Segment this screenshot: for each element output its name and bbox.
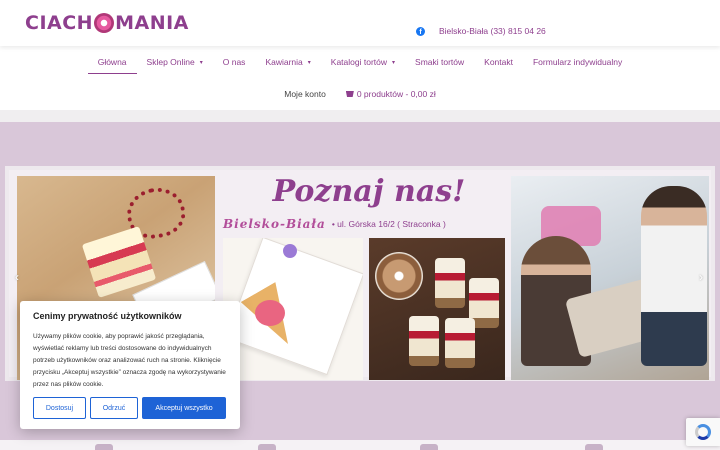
- nav-item-katalogi-tortow[interactable]: Katalogi tortów ▾: [321, 52, 405, 72]
- nav-label: Kawiarnia: [265, 57, 303, 67]
- nav-label: Katalogi tortów: [330, 57, 388, 67]
- nav-label: O nas: [222, 57, 246, 67]
- recaptcha-icon: [695, 424, 711, 440]
- nav-item-kawiarnia[interactable]: Kawiarnia ▾: [255, 52, 320, 72]
- cookie-accept-all-button[interactable]: Akceptuj wszystko: [142, 397, 226, 419]
- secondary-nav: Moje konto 0 produktów - 0,00 zł: [0, 86, 720, 102]
- coffee-cup: [375, 252, 423, 300]
- cookie-text: Używamy plików cookie, aby poprawić jako…: [33, 333, 226, 388]
- ice-cream-photo: [223, 238, 363, 380]
- nav-label: Formularz indywidualny: [532, 57, 623, 67]
- cookie-title: Cenimy prywatność użytkowników: [33, 311, 182, 321]
- nav-label: Sklep Online: [146, 57, 195, 67]
- divider-band: [0, 110, 720, 122]
- hero-title: Poznaj nas!: [272, 174, 466, 209]
- nav-item-glowna[interactable]: Główna: [87, 52, 137, 74]
- hero-address: Bielsko-Biała • ul. Górska 16/2 ( Straco…: [223, 216, 513, 232]
- donut-icon: [94, 13, 115, 33]
- dessert-jar: [435, 258, 465, 308]
- dessert-jar: [409, 316, 439, 366]
- cart-icon: [345, 91, 354, 97]
- main-nav: Główna Sklep Online ▾ O nas Kawiarnia ▾ Ka…: [0, 52, 720, 74]
- logo-text-left: CIACH: [25, 12, 94, 34]
- chevron-down-icon: ▾: [307, 59, 311, 66]
- feature-icon: [420, 444, 438, 450]
- cart-link[interactable]: 0 produktów - 0,00 zł: [345, 89, 436, 99]
- cart-summary: 0 produktów - 0,00 zł: [356, 89, 436, 99]
- ice-cream-scoop: [255, 300, 285, 326]
- cookie-consent-banner: Cenimy prywatność użytkowników Używamy p…: [20, 301, 240, 429]
- coffee-desserts-photo: [369, 238, 505, 380]
- site-logo[interactable]: CIACH MANIA: [25, 10, 189, 36]
- cookie-reject-button[interactable]: Odrzuć: [90, 397, 138, 419]
- cafe-guests-photo: [511, 176, 709, 380]
- hero-street: • ul. Górska 16/2 ( Straconka ): [331, 219, 446, 229]
- cookie-buttons: Dostosuj Odrzuć Akceptuj wszystko: [33, 397, 230, 419]
- nav-item-smaki-tortow[interactable]: Smaki tortów: [405, 52, 474, 72]
- flower-decoration: [283, 244, 297, 258]
- my-account-link[interactable]: Moje konto: [284, 89, 326, 99]
- nav-item-o-nas[interactable]: O nas: [213, 52, 256, 72]
- nav-item-sklep-online[interactable]: Sklep Online ▾: [137, 52, 213, 72]
- feature-icon: [258, 444, 276, 450]
- hero-city: Bielsko-Biała: [223, 217, 326, 231]
- nav-label: Kontakt: [484, 57, 513, 67]
- logo-text-right: MANIA: [115, 12, 189, 34]
- facebook-icon[interactable]: f: [416, 26, 425, 36]
- feature-icon: [585, 444, 603, 450]
- feature-strip: [0, 440, 720, 450]
- header-contact: f Bielsko-Biała (33) 815 04 26: [416, 26, 546, 36]
- guest-man: [641, 186, 707, 366]
- contact-phone[interactable]: Bielsko-Biała (33) 815 04 26: [439, 26, 546, 36]
- site-header: CIACH MANIA f Bielsko-Biała (33) 815 04 …: [0, 0, 720, 46]
- cookie-customize-button[interactable]: Dostosuj: [33, 397, 86, 419]
- nav-label: Główna: [97, 57, 127, 67]
- nav-item-formularz[interactable]: Formularz indywidualny: [523, 52, 632, 72]
- chevron-down-icon: ▾: [199, 59, 203, 66]
- dessert-jar: [445, 318, 475, 368]
- slider-next-icon[interactable]: ›: [699, 270, 703, 284]
- slider-prev-icon[interactable]: ‹: [15, 270, 19, 284]
- nav-label: Smaki tortów: [415, 57, 465, 67]
- nav-item-kontakt[interactable]: Kontakt: [474, 52, 523, 72]
- recaptcha-badge[interactable]: [686, 418, 720, 446]
- feature-icon: [95, 444, 113, 450]
- chevron-down-icon: ▾: [392, 59, 396, 66]
